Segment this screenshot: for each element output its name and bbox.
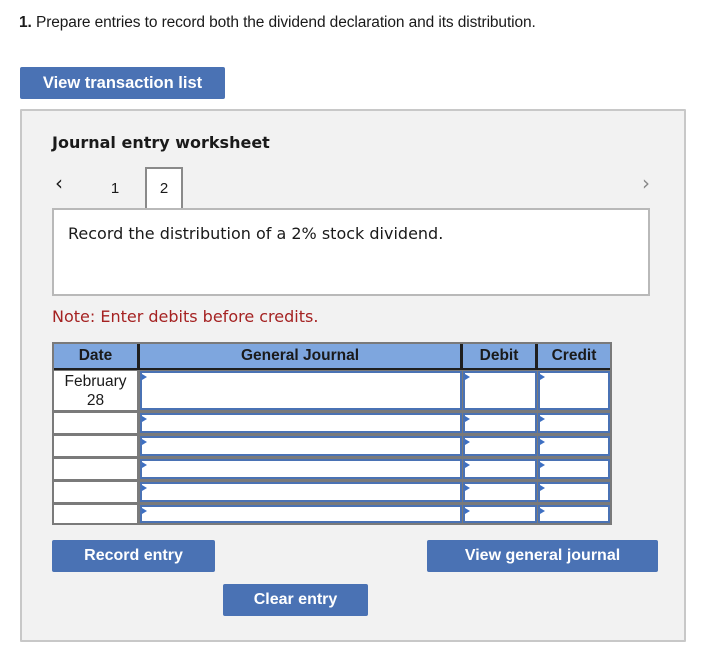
credit-input[interactable]: [538, 459, 610, 479]
instruction-text: 1. Prepare entries to record both the di…: [19, 14, 536, 32]
date-day: 28: [86, 392, 105, 409]
date-cell: [54, 413, 137, 433]
account-input[interactable]: [140, 436, 462, 456]
date-cell: [54, 459, 137, 479]
table-row: February 28: [54, 371, 610, 410]
view-transaction-list-button[interactable]: View transaction list: [20, 67, 225, 99]
note-text: Note: Enter debits before credits.: [52, 307, 319, 326]
date-month: February: [64, 373, 127, 390]
date-cell: [54, 436, 137, 456]
debit-input[interactable]: [463, 505, 537, 523]
chevron-right-icon[interactable]: ›: [642, 173, 650, 193]
column-header-debit: Debit: [463, 344, 535, 368]
instruction-number: 1.: [19, 14, 32, 31]
clear-entry-button[interactable]: Clear entry: [223, 584, 368, 616]
tab-page-2[interactable]: 2: [145, 167, 183, 208]
transaction-prompt-box: Record the distribution of a 2% stock di…: [52, 208, 650, 296]
account-input[interactable]: [140, 459, 462, 479]
table-row: [54, 505, 610, 523]
chevron-left-icon[interactable]: ‹: [55, 173, 63, 193]
tab-page-1[interactable]: 1: [96, 167, 134, 209]
column-header-date: Date: [54, 344, 137, 368]
date-cell: [54, 505, 137, 523]
debit-input[interactable]: [463, 459, 537, 479]
instruction-body: Prepare entries to record both the divid…: [35, 14, 536, 31]
debit-input[interactable]: [463, 482, 537, 502]
record-entry-button[interactable]: Record entry: [52, 540, 215, 572]
account-input[interactable]: [140, 371, 462, 410]
credit-input[interactable]: [538, 505, 610, 523]
credit-input[interactable]: [538, 413, 610, 433]
table-row: [54, 482, 610, 502]
credit-input[interactable]: [538, 436, 610, 456]
debit-input[interactable]: [463, 436, 537, 456]
header-underline: [54, 368, 610, 370]
credit-input[interactable]: [538, 482, 610, 502]
view-general-journal-button[interactable]: View general journal: [427, 540, 658, 572]
transaction-prompt: Record the distribution of a 2% stock di…: [68, 224, 444, 243]
column-header-general-journal: General Journal: [140, 344, 460, 368]
journal-table: Date General Journal Debit Credit Februa…: [52, 342, 612, 525]
date-cell: February 28: [54, 371, 137, 410]
journal-entry-worksheet: Journal entry worksheet ‹ 1 2 › Record t…: [20, 109, 686, 642]
account-input[interactable]: [140, 482, 462, 502]
table-row: [54, 413, 610, 433]
column-header-credit: Credit: [538, 344, 610, 368]
worksheet-title: Journal entry worksheet: [52, 133, 270, 152]
debit-input[interactable]: [463, 413, 537, 433]
table-row: [54, 459, 610, 479]
table-row: [54, 436, 610, 456]
credit-input[interactable]: [538, 371, 610, 410]
debit-input[interactable]: [463, 371, 537, 410]
date-cell: [54, 482, 137, 502]
account-input[interactable]: [140, 505, 462, 523]
account-input[interactable]: [140, 413, 462, 433]
